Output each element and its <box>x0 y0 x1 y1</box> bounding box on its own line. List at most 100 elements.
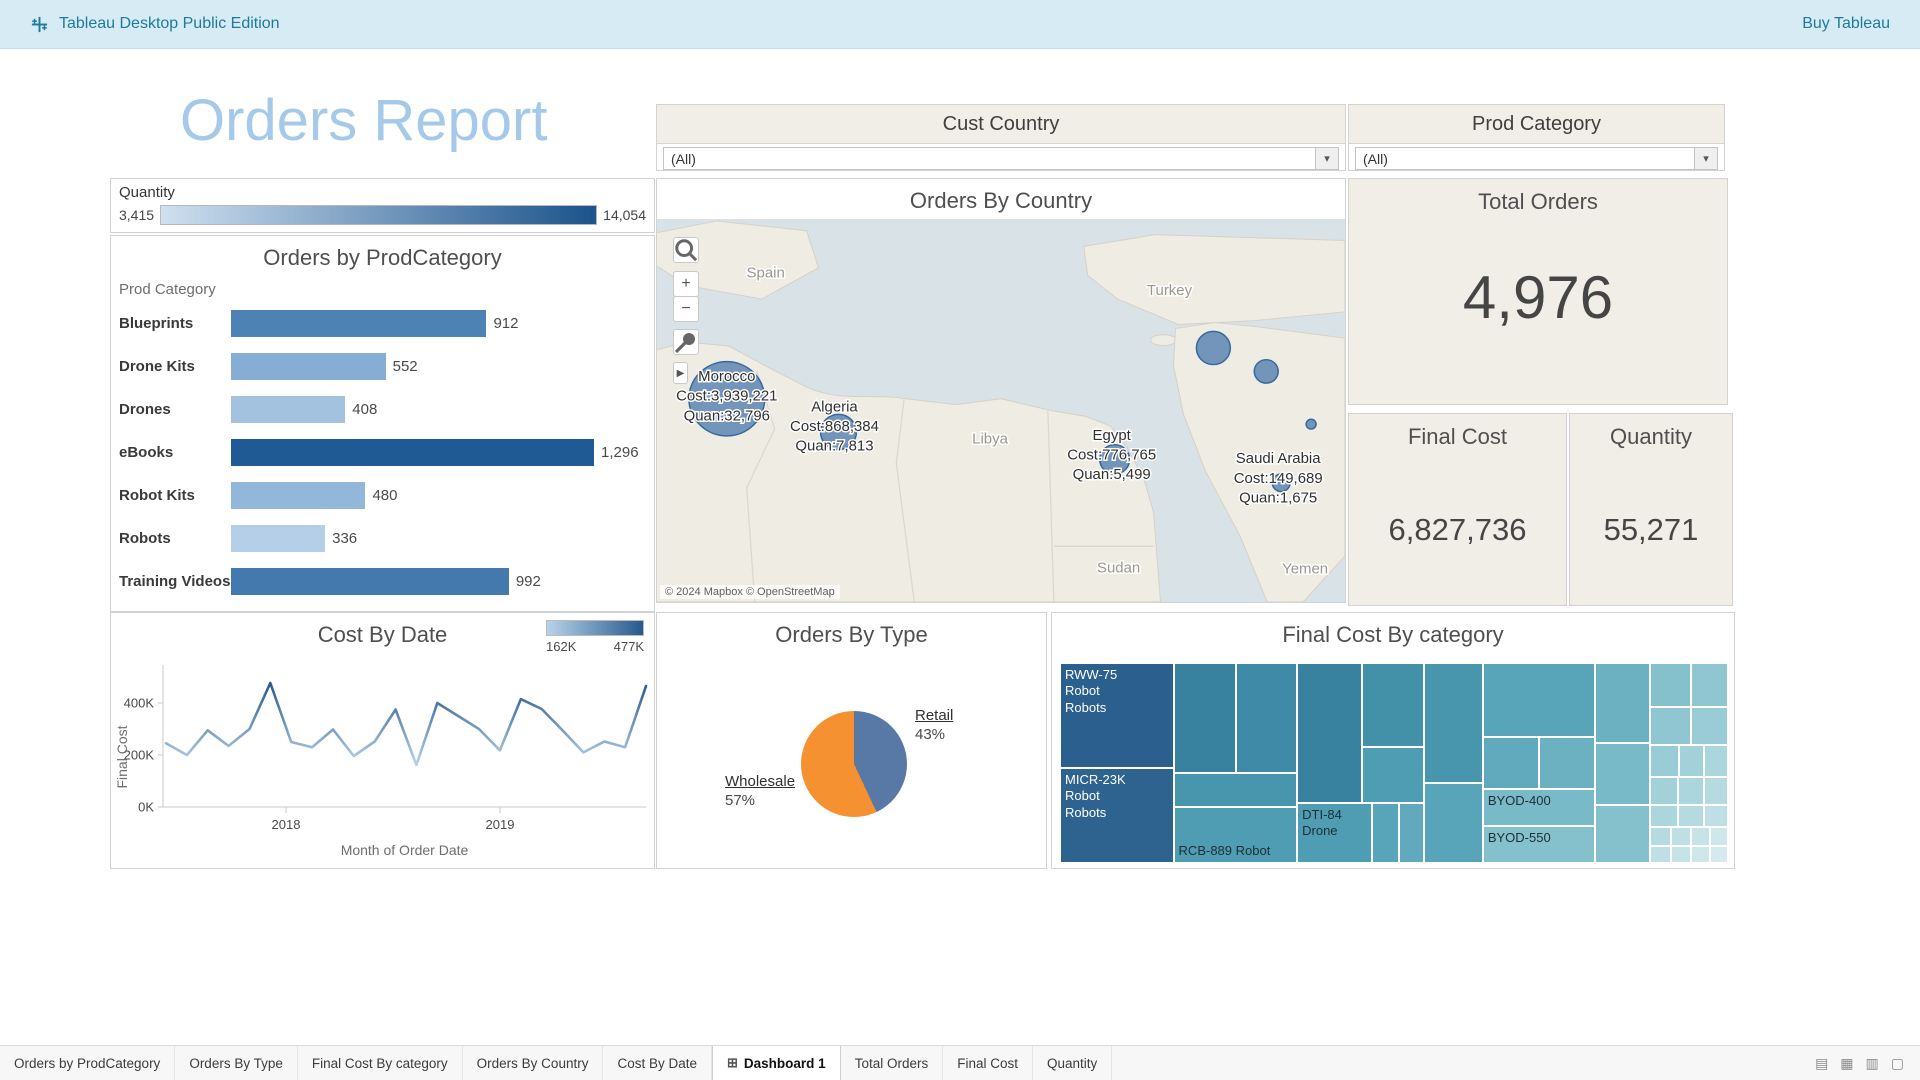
x-tick-label: 2019 <box>486 817 515 832</box>
map-area[interactable]: SpainTurkeyLibyaSudanYemenMoroccoCost:3,… <box>657 219 1345 602</box>
cust-country-dropdown[interactable]: (All) ▾ <box>663 147 1339 170</box>
map-expand-button[interactable]: ▶ <box>673 362 688 384</box>
line-color-legend[interactable]: 162K 477K <box>546 620 644 654</box>
quantity-color-legend: Quantity 3,415 14,054 <box>110 178 655 233</box>
treemap-cell-unlabeled[interactable] <box>1650 745 1679 777</box>
sheet-tab-final-cost[interactable]: Final Cost <box>943 1046 1033 1080</box>
line-chart-svg[interactable]: 0K200K400K20182019Final CostMonth of Ord… <box>111 657 654 868</box>
sheet-tab-orders-by-country[interactable]: Orders By Country <box>463 1046 604 1080</box>
treemap-cell-unlabeled[interactable] <box>1483 737 1539 789</box>
map-zoom-out-button[interactable]: − <box>673 296 699 322</box>
sheet-tab-cost-by-date[interactable]: Cost By Date <box>603 1046 712 1080</box>
map-pin-button[interactable] <box>673 329 699 355</box>
treemap-cell[interactable]: MICR-23K Robot Robots <box>1060 768 1174 863</box>
treemap-cell-unlabeled[interactable] <box>1483 663 1595 737</box>
bar-mark[interactable] <box>231 525 325 552</box>
treemap-cell-unlabeled[interactable] <box>1399 803 1424 863</box>
treemap-cell-unlabeled[interactable] <box>1539 737 1595 789</box>
treemap-cell-unlabeled[interactable] <box>1372 803 1399 863</box>
treemap-cell-unlabeled[interactable] <box>1691 707 1728 745</box>
treemap-cell-unlabeled[interactable] <box>1678 805 1704 827</box>
app-title: Tableau Desktop Public Edition <box>59 15 280 33</box>
treemap-cell[interactable]: BYOD-550 <box>1483 826 1595 863</box>
sheet-tabs: Orders by ProdCategoryOrders By TypeFina… <box>0 1046 1112 1080</box>
bar-mark[interactable] <box>231 482 365 509</box>
sheet-tab-label: Orders by ProdCategory <box>14 1056 160 1071</box>
filmstrip-icon[interactable]: ▤ <box>1815 1055 1828 1072</box>
treemap-cell-unlabeled[interactable] <box>1678 777 1704 805</box>
prod-category-dropdown[interactable]: (All) ▾ <box>1355 147 1718 170</box>
treemap-cell-unlabeled[interactable] <box>1650 777 1678 805</box>
treemap-cell-unlabeled[interactable] <box>1362 747 1424 803</box>
treemap-cell-unlabeled[interactable] <box>1236 663 1297 773</box>
map-search-button[interactable] <box>673 237 699 263</box>
bubble-data-label: Quan:32,796 <box>684 408 770 424</box>
bar-mark[interactable] <box>231 396 345 423</box>
bar-value-label: 552 <box>393 358 418 375</box>
grid-view-icon[interactable]: ▦ <box>1840 1055 1853 1072</box>
treemap-cell-unlabeled[interactable] <box>1174 663 1236 773</box>
map-zoom-in-button[interactable]: + <box>673 271 699 297</box>
treemap-cell-unlabeled[interactable] <box>1424 663 1483 783</box>
bar-mark[interactable] <box>231 568 509 595</box>
treemap-cell-unlabeled[interactable] <box>1650 663 1691 707</box>
treemap-cell-unlabeled[interactable] <box>1704 745 1728 777</box>
presentation-mode-icon[interactable]: ▢ <box>1891 1055 1904 1072</box>
treemap-cell-unlabeled[interactable] <box>1691 663 1728 707</box>
treemap-cell[interactable]: RWW-75 Robot Robots <box>1060 663 1174 768</box>
sheet-tab-quantity[interactable]: Quantity <box>1033 1046 1112 1080</box>
bar-mark[interactable] <box>231 353 386 380</box>
treemap-cell-unlabeled[interactable] <box>1362 663 1424 747</box>
legend-gradient-bar[interactable] <box>160 205 597 225</box>
final-cost-value: 6,827,736 <box>1349 512 1566 548</box>
sheet-sorter-icon[interactable]: ▥ <box>1866 1055 1879 1072</box>
treemap-cell-unlabeled[interactable] <box>1704 777 1728 805</box>
treemap-cell-unlabeled[interactable] <box>1595 805 1650 863</box>
treemap-cell-unlabeled[interactable] <box>1595 743 1650 805</box>
treemap-cell-unlabeled[interactable] <box>1424 783 1483 863</box>
treemap-cell-unlabeled[interactable] <box>1710 846 1728 863</box>
search-icon <box>674 238 698 262</box>
sheet-tab-final-cost-by-category[interactable]: Final Cost By category <box>298 1046 463 1080</box>
chevron-down-icon[interactable]: ▾ <box>1694 148 1717 169</box>
bar-value-label: 992 <box>516 573 541 590</box>
treemap-cell-unlabeled[interactable] <box>1679 745 1704 777</box>
country-bubble-mark[interactable] <box>1196 331 1230 364</box>
country-bubble-mark[interactable] <box>1306 419 1316 429</box>
treemap-cell[interactable]: DTI-84 Drone <box>1297 803 1372 863</box>
treemap-cell-unlabeled[interactable] <box>1174 773 1298 807</box>
treemap-cell-unlabeled[interactable] <box>1297 663 1362 803</box>
treemap-cell-unlabeled[interactable] <box>1671 846 1691 863</box>
sheet-tab-orders-by-type[interactable]: Orders By Type <box>175 1046 298 1080</box>
legend-title: Quantity <box>119 184 646 201</box>
treemap-cell-unlabeled[interactable] <box>1710 827 1728 846</box>
sheet-tab-dashboard-1[interactable]: ⊞Dashboard 1 <box>712 1046 841 1080</box>
treemap-cell-unlabeled[interactable] <box>1650 846 1671 863</box>
sheet-tab-bar: Orders by ProdCategoryOrders By TypeFina… <box>0 1045 1920 1080</box>
bar-category-label: Robots <box>111 530 231 547</box>
treemap-cell[interactable]: RCB-889 Robot <box>1174 807 1298 863</box>
pie-mark[interactable] <box>801 711 907 817</box>
bar-mark[interactable] <box>231 310 486 337</box>
bubble-data-label: Egypt <box>1093 428 1131 444</box>
treemap-cell-unlabeled[interactable] <box>1650 707 1691 745</box>
treemap-cell[interactable]: BYOD-400 <box>1483 789 1595 826</box>
treemap-cell-unlabeled[interactable] <box>1650 805 1678 827</box>
country-bubble-mark[interactable] <box>1254 360 1278 383</box>
treemap-cell-unlabeled[interactable] <box>1595 663 1650 743</box>
treemap-cell-unlabeled[interactable] <box>1704 805 1728 827</box>
buy-tableau-link[interactable]: Buy Tableau <box>1802 15 1890 33</box>
bar-track: 552 <box>231 345 654 388</box>
treemap-cell-unlabeled[interactable] <box>1691 827 1710 846</box>
sheet-tab-total-orders[interactable]: Total Orders <box>841 1046 944 1080</box>
treemap-cell-unlabeled[interactable] <box>1650 827 1671 846</box>
orders-by-type-chart: Orders By Type Retail 43% Wholesale 57% <box>656 612 1047 869</box>
pie-label-wholesale: Wholesale 57% <box>725 773 795 809</box>
cust-country-filter-title: Cust Country <box>657 105 1345 144</box>
treemap-cell-unlabeled[interactable] <box>1691 846 1710 863</box>
bar-mark[interactable] <box>231 439 594 466</box>
sheet-tab-orders-by-prodcategory[interactable]: Orders by ProdCategory <box>0 1046 175 1080</box>
treemap-cell-unlabeled[interactable] <box>1671 827 1691 846</box>
chevron-down-icon[interactable]: ▾ <box>1315 148 1338 169</box>
line-mark[interactable] <box>166 683 646 765</box>
